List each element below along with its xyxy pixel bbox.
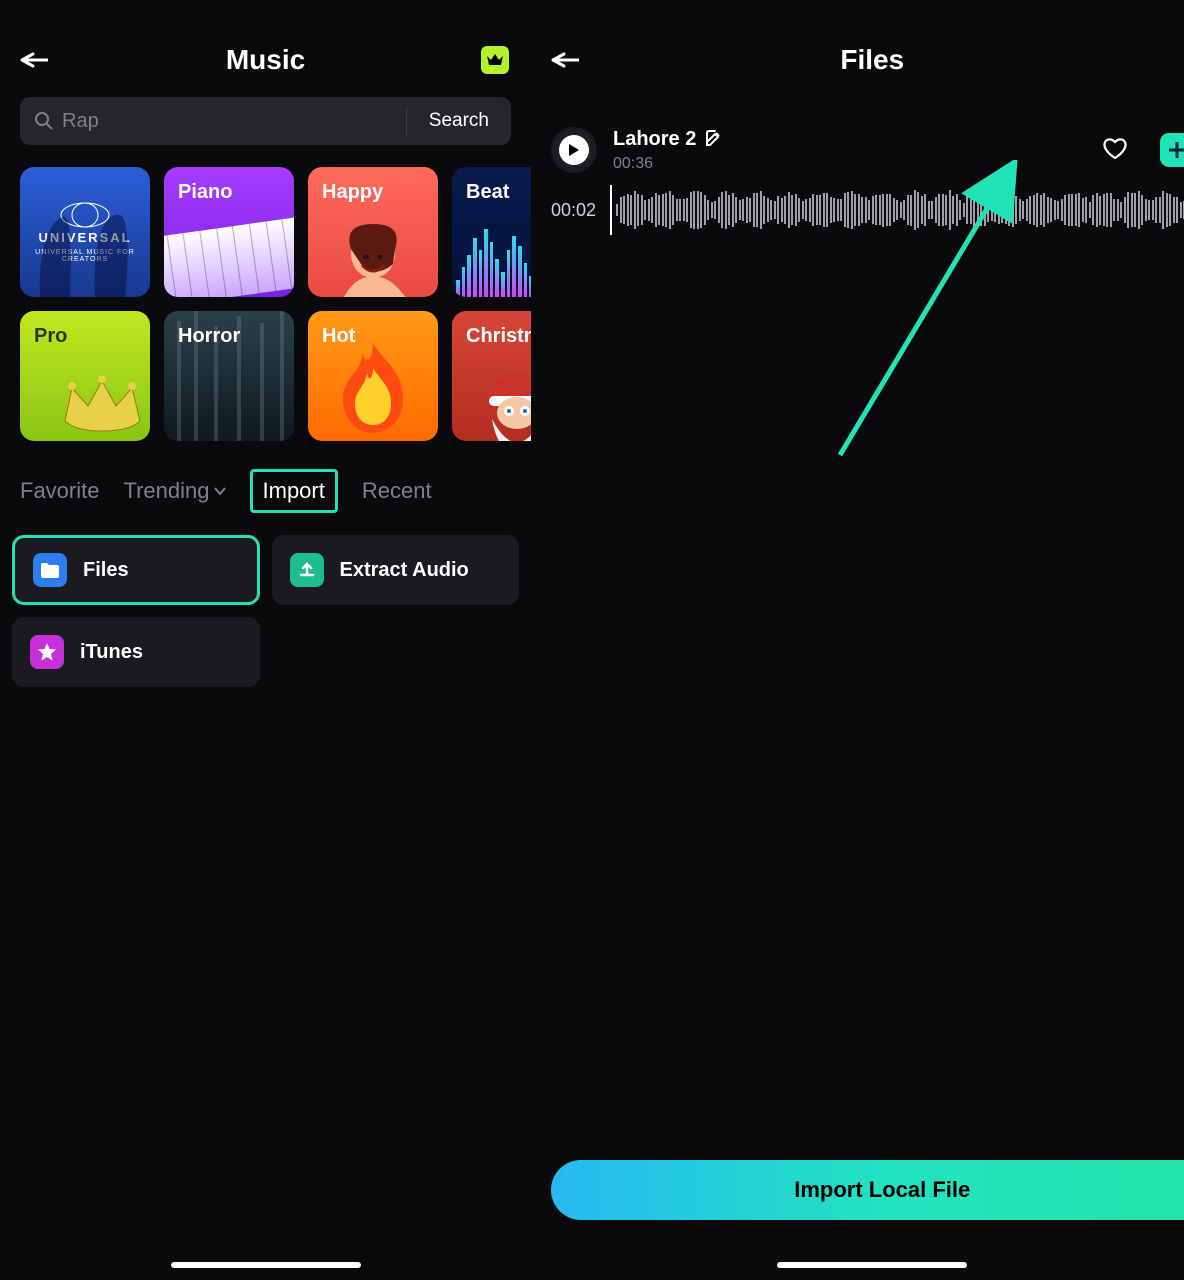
search-bar: Rap Search [20,97,511,145]
category-universal[interactable]: UNIVERSAL UNIVERSAL MUSIC FOR CREATORS [20,167,150,297]
track-duration: 00:36 [613,155,1086,173]
page-title: Music [226,44,305,76]
import-files-button[interactable]: Files [12,535,260,605]
import-local-file-button[interactable]: Import Local File [551,1160,1184,1220]
music-screen: Music Rap Search UNIVERSAL UNIVERSAL MUS… [0,0,531,1280]
play-button[interactable] [551,127,597,173]
add-track-button[interactable] [1160,133,1184,167]
playhead-time: 00:02 [551,200,596,221]
import-extract-audio-button[interactable]: Extract Audio [272,535,520,605]
search-icon [34,111,54,131]
music-tabs: Favorite Trending Import Recent [0,441,531,513]
folder-icon [33,553,67,587]
page-title: Files [840,44,904,76]
tab-favorite[interactable]: Favorite [20,478,99,504]
search-input[interactable]: Rap [20,110,406,133]
tab-trending[interactable]: Trending [123,478,225,504]
category-piano[interactable]: Piano [164,167,294,297]
edit-icon[interactable] [704,130,722,148]
category-pro[interactable]: Pro [20,311,150,441]
heart-icon [1102,136,1128,160]
music-header: Music [0,0,531,85]
waveform: 00:02 [531,185,1184,235]
play-icon [568,143,580,157]
home-indicator[interactable] [171,1262,361,1268]
upload-icon [290,553,324,587]
crown-icon [60,376,145,436]
tab-recent[interactable]: Recent [362,478,432,504]
category-beat[interactable]: Beat [452,167,531,297]
import-itunes-button[interactable]: iTunes [12,617,260,687]
back-button[interactable] [551,50,579,70]
files-screen: Files Lahore 2 00:36 00:02 [531,0,1184,1280]
files-header: Files [531,0,1184,85]
home-indicator[interactable] [777,1262,967,1268]
premium-crown-icon[interactable] [481,46,509,74]
category-christmas[interactable]: Christmas [452,311,531,441]
back-button[interactable] [20,50,48,70]
category-happy[interactable]: Happy [308,167,438,297]
track-info: Lahore 2 00:36 [613,128,1086,173]
search-button[interactable]: Search [406,107,511,136]
category-hot[interactable]: Hot [308,311,438,441]
star-icon [30,635,64,669]
waveform-track[interactable] [610,185,1184,235]
chevron-down-icon [214,486,226,496]
favorite-button[interactable] [1102,136,1130,164]
category-horror[interactable]: Horror [164,311,294,441]
track-item: Lahore 2 00:36 [531,85,1184,185]
track-name: Lahore 2 [613,128,696,151]
flame-icon [333,343,413,433]
tab-import[interactable]: Import [250,469,338,513]
equalizer-icon [452,212,531,297]
plus-icon [1169,142,1184,158]
import-options: Files Extract Audio iTunes [0,513,531,687]
category-grid: UNIVERSAL UNIVERSAL MUSIC FOR CREATORS P… [0,145,531,441]
